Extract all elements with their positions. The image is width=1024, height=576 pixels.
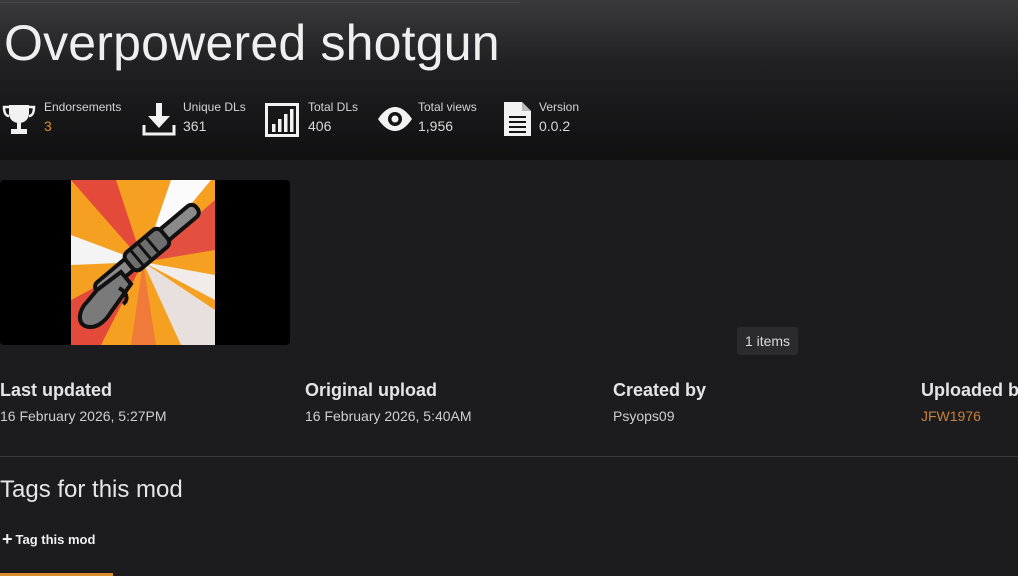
stat-unique-dls: Unique DLs 361	[140, 98, 252, 140]
stat-value: 3	[44, 118, 52, 134]
shotgun-thumbnail[interactable]	[71, 180, 215, 345]
meta-label: Created by	[613, 380, 707, 400]
stat-value: 406	[308, 118, 332, 134]
stat-total-dls: Total DLs 406	[264, 98, 364, 140]
meta-uploaded-by: Uploaded by JFW1976	[921, 380, 1018, 430]
author-name: Psyops09	[613, 408, 675, 424]
stat-endorsements: Endorsements 3	[0, 98, 130, 140]
stat-version: Version 0.0.2	[500, 98, 590, 140]
eye-icon	[378, 107, 412, 131]
stat-label: Unique DLs	[183, 100, 246, 114]
tag-this-mod-button[interactable]: + Tag this mod	[2, 529, 96, 549]
stat-label: Endorsements	[44, 100, 122, 114]
meta-label: Uploaded by	[921, 380, 1018, 400]
stat-value: 361	[183, 118, 207, 134]
stat-value: 0.0.2	[539, 118, 571, 134]
stat-total-views: Total views 1,956	[376, 98, 488, 140]
breadcrumb	[0, 0, 520, 3]
stat-value: 1,956	[418, 118, 454, 134]
page-title: Overpowered shotgun	[4, 15, 500, 71]
trophy-icon	[2, 105, 36, 134]
meta-value: 16 February 2026, 5:40AM	[305, 408, 472, 424]
stat-label: Version	[539, 100, 580, 114]
mod-image-gallery[interactable]	[0, 180, 290, 345]
plus-icon: +	[2, 529, 13, 549]
meta-value: 16 February 2026, 5:27PM	[0, 408, 167, 424]
meta-label: Original upload	[305, 380, 438, 400]
stat-label: Total views	[418, 100, 477, 114]
page-edge	[1018, 0, 1024, 576]
section-divider	[0, 456, 1018, 457]
tags-heading: Tags for this mod	[0, 476, 183, 503]
uploader-link[interactable]: JFW1976	[921, 408, 981, 424]
download-icon	[142, 103, 176, 136]
meta-label: Last updated	[0, 380, 113, 400]
document-icon	[504, 102, 531, 136]
gallery-item-count: 1 items	[737, 327, 798, 355]
stat-label: Total DLs	[308, 100, 359, 114]
bar-chart-icon	[265, 103, 299, 137]
tag-this-mod-label: Tag this mod	[15, 531, 96, 547]
mod-header: Overpowered shotgun Endorsements 3 Uniqu…	[0, 0, 1018, 160]
